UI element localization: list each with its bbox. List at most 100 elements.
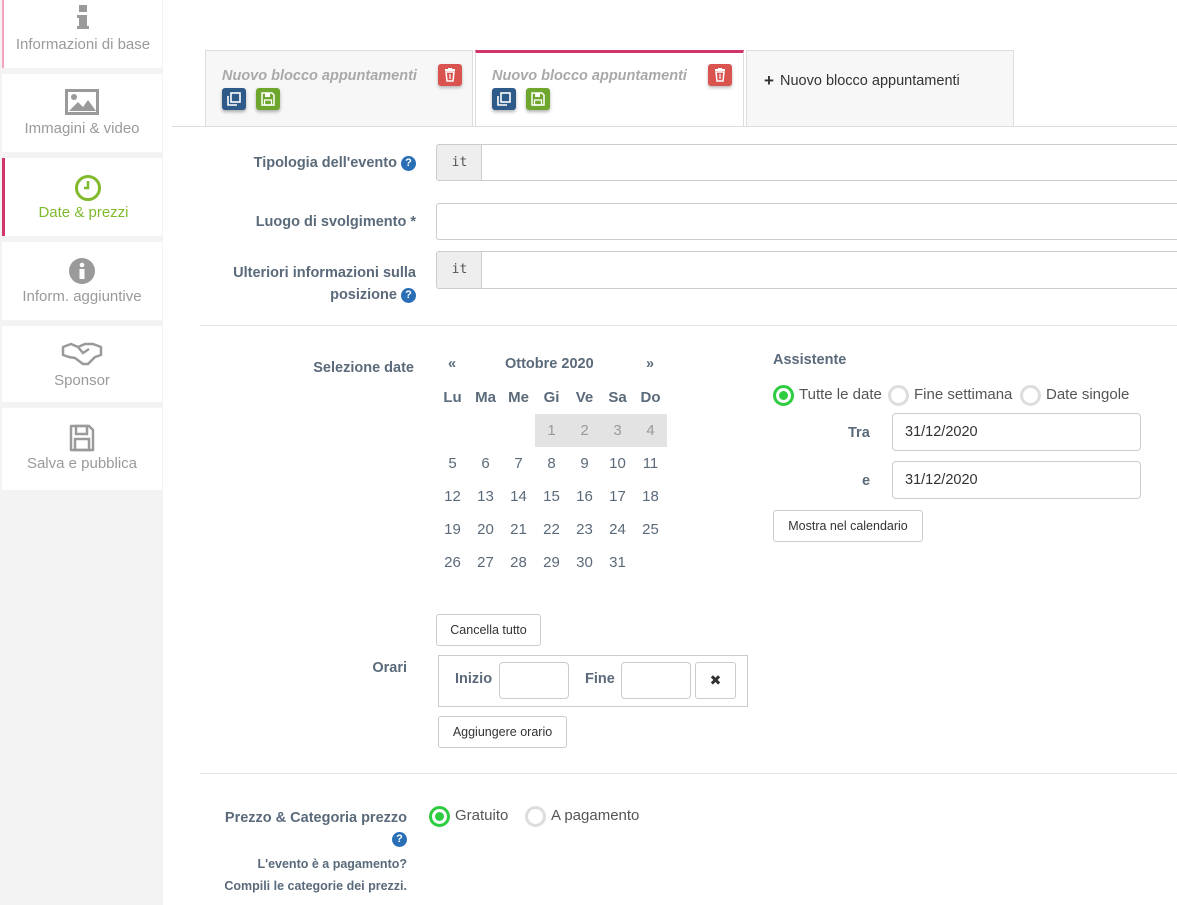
tab-block-2[interactable]: Nuovo blocco appuntamenti [475, 50, 744, 127]
copy-block-button[interactable] [222, 88, 246, 110]
plus-icon: + [764, 71, 774, 90]
calendar-day[interactable]: 19 [436, 513, 469, 546]
sidebar-item-label: Sponsor [54, 372, 110, 389]
tipologia-input[interactable] [481, 144, 1177, 181]
calendar-day[interactable]: 21 [502, 513, 535, 546]
calendar-day[interactable]: 12 [436, 480, 469, 513]
assistant-title: Assistente [773, 352, 847, 368]
save-block-button[interactable] [256, 88, 280, 110]
help-icon[interactable]: ? [392, 832, 407, 847]
sidebar-item-date-prezzi[interactable]: Date & prezzi [2, 158, 162, 236]
sidebar-item-label: Inform. aggiuntive [22, 288, 142, 305]
calendar-day[interactable]: 27 [469, 546, 502, 579]
calendar-dow: Lu [443, 389, 462, 406]
calendar-day[interactable]: 26 [436, 546, 469, 579]
to-date-input[interactable]: 31/12/2020 [892, 461, 1141, 499]
language-addon: it [436, 144, 482, 181]
calendar-day[interactable]: 11 [634, 447, 667, 480]
sidebar: Informazioni di base Immagini & video Da… [0, 0, 163, 905]
save-block-button[interactable] [526, 88, 550, 110]
calendar-dow: Ve [575, 389, 594, 406]
clock-icon [75, 175, 101, 201]
orari-label: Orari [372, 660, 407, 676]
radio-gratuito[interactable] [429, 806, 450, 827]
luogo-input[interactable] [436, 203, 1177, 240]
calendar-dow: Sa [608, 389, 627, 406]
sidebar-item-label: Salva e pubblica [26, 455, 138, 472]
end-label: Fine [585, 671, 615, 687]
calendar-day[interactable]: 10 [601, 447, 634, 480]
calendar-day[interactable]: 7 [502, 447, 535, 480]
calendar-day[interactable]: 18 [634, 480, 667, 513]
calendar-day[interactable]: 9 [568, 447, 601, 480]
language-addon: it [436, 251, 482, 289]
info-circle-icon [69, 258, 95, 284]
calendar-day[interactable]: 14 [502, 480, 535, 513]
sidebar-item-sponsor[interactable]: Sponsor [2, 326, 162, 402]
start-time-input[interactable] [499, 662, 569, 699]
calendar-day[interactable]: 16 [568, 480, 601, 513]
radio-fine-settimana[interactable] [888, 385, 909, 406]
calendar-day[interactable]: 6 [469, 447, 502, 480]
calendar-day[interactable]: 22 [535, 513, 568, 546]
remove-time-button[interactable]: ✖ [695, 662, 736, 699]
calendar-day[interactable]: 23 [568, 513, 601, 546]
info-icon [77, 5, 89, 29]
calendar-day[interactable]: 28 [502, 546, 535, 579]
tab-title: Nuovo blocco appuntamenti [222, 68, 417, 84]
from-date-input[interactable]: 31/12/2020 [892, 413, 1141, 451]
trash-icon [715, 68, 725, 82]
radio-label: A pagamento [551, 807, 640, 824]
save-icon [69, 424, 95, 452]
calendar-day[interactable]: 31 [601, 546, 634, 579]
calendar-day[interactable]: 5 [436, 447, 469, 480]
price-note: L'evento è a pagamento? Compili le categ… [224, 857, 407, 893]
radio-tutte-le-date[interactable] [773, 385, 794, 406]
sidebar-item-salva-pubblica[interactable]: Salva e pubblica [2, 408, 162, 490]
copy-block-button[interactable] [492, 88, 516, 110]
help-icon[interactable]: ? [401, 156, 416, 171]
from-label: Tra [848, 425, 870, 441]
sidebar-item-label: Date & prezzi [38, 204, 129, 221]
calendar-day: 2 [568, 414, 601, 447]
calendar-day[interactable]: 25 [634, 513, 667, 546]
calendar-day[interactable]: 20 [469, 513, 502, 546]
radio-label: Tutte le date [799, 386, 882, 403]
show-in-calendar-button[interactable]: Mostra nel calendario [773, 510, 923, 542]
clear-all-button[interactable]: Cancella tutto [436, 614, 541, 646]
ulteriori-input[interactable] [481, 251, 1177, 289]
calendar-day: 1 [535, 414, 568, 447]
copy-icon [227, 92, 241, 106]
delete-block-button[interactable] [438, 64, 462, 86]
calendar-next-button[interactable]: » [646, 356, 654, 372]
to-label: e [862, 473, 871, 489]
new-block-label: Nuovo blocco appuntamenti [780, 73, 960, 89]
close-icon: ✖ [709, 672, 722, 688]
calendar-day[interactable]: 30 [568, 546, 601, 579]
sidebar-item-inform-aggiuntive[interactable]: Inform. aggiuntive [2, 242, 162, 320]
sidebar-item-label: Immagini & video [24, 120, 140, 137]
calendar-day[interactable]: 29 [535, 546, 568, 579]
delete-block-button[interactable] [708, 64, 732, 86]
handshake-icon [61, 342, 103, 366]
calendar-day[interactable]: 24 [601, 513, 634, 546]
end-time-input[interactable] [621, 662, 691, 699]
tab-block-1[interactable]: Nuovo blocco appuntamenti [205, 50, 473, 127]
ulteriori-label: Ulteriori informazioni sulla posizione ? [233, 265, 416, 303]
calendar-day[interactable]: 13 [469, 480, 502, 513]
calendar-prev-button[interactable]: « [448, 356, 456, 372]
sidebar-item-immagini[interactable]: Immagini & video [2, 74, 162, 152]
radio-label: Fine settimana [914, 386, 1013, 403]
calendar-day[interactable]: 17 [601, 480, 634, 513]
calendar-day: 3 [601, 414, 634, 447]
calendar-day[interactable]: 8 [535, 447, 568, 480]
tab-new-block[interactable]: + Nuovo blocco appuntamenti [746, 50, 1014, 127]
calendar-dow: Ma [475, 389, 496, 406]
add-time-button[interactable]: Aggiungere orario [438, 716, 567, 748]
calendar-month: Ottobre 2020 [505, 356, 594, 372]
sidebar-item-informazioni[interactable]: Informazioni di base [2, 0, 162, 68]
calendar-day[interactable]: 15 [535, 480, 568, 513]
radio-date-singole[interactable] [1020, 385, 1041, 406]
help-icon[interactable]: ? [401, 288, 416, 303]
radio-a-pagamento[interactable] [525, 806, 546, 827]
